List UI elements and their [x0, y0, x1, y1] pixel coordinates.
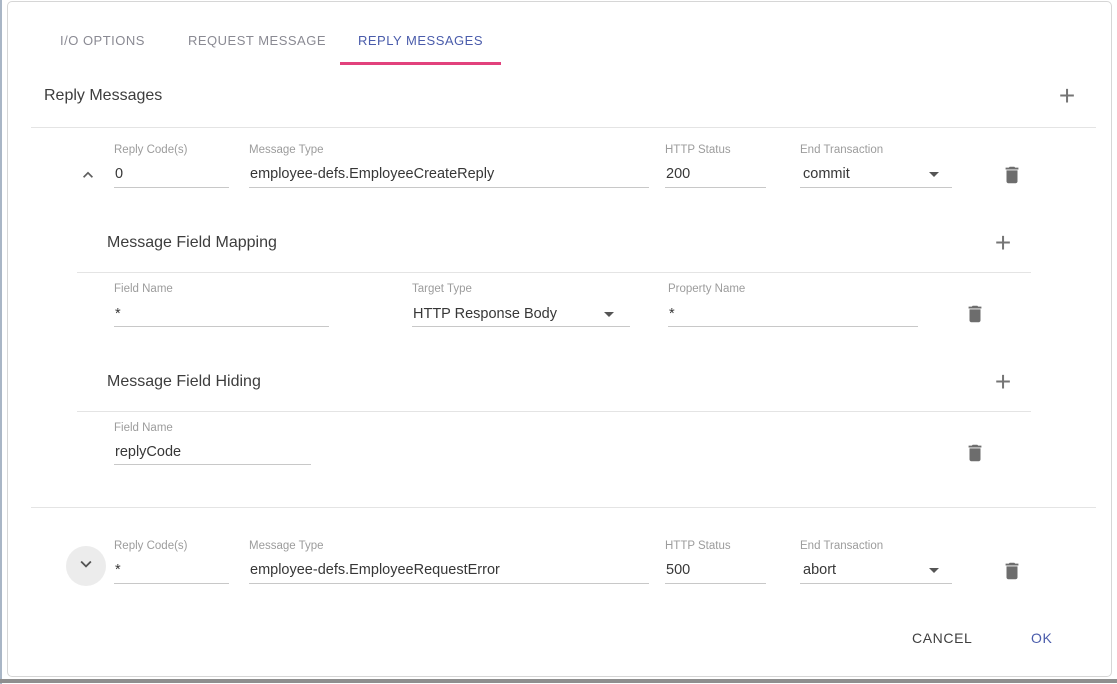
- tab-io-options[interactable]: I/O OPTIONS: [60, 33, 145, 48]
- tab-reply-messages[interactable]: REPLY MESSAGES: [358, 33, 483, 48]
- http-status-input[interactable]: 500: [666, 562, 690, 578]
- input-underline: [114, 326, 329, 327]
- reply-codes-label: Reply Code(s): [114, 540, 188, 552]
- end-transaction-select[interactable]: abort: [803, 562, 836, 578]
- input-underline: [668, 326, 918, 327]
- section-divider: [77, 272, 1031, 273]
- target-type-select[interactable]: HTTP Response Body: [413, 306, 557, 322]
- message-type-input[interactable]: employee-defs.EmployeeCreateReply: [250, 166, 494, 182]
- reply-codes-input[interactable]: *: [115, 562, 121, 578]
- select-underline: [412, 326, 630, 327]
- message-type-input[interactable]: employee-defs.EmployeeRequestError: [250, 562, 500, 578]
- field-hiding-title: Message Field Hiding: [107, 373, 261, 391]
- service-config-dialog: I/O OPTIONS REQUEST MESSAGE REPLY MESSAG…: [7, 1, 1112, 677]
- field-name-label: Field Name: [114, 283, 173, 295]
- screen: I/O OPTIONS REQUEST MESSAGE REPLY MESSAG…: [0, 0, 1117, 684]
- window-bottom-edge: [0, 679, 1117, 683]
- reply-codes-label: Reply Code(s): [114, 144, 188, 156]
- field-mapping-title: Message Field Mapping: [107, 234, 277, 252]
- delete-reply-button[interactable]: [1001, 164, 1023, 186]
- dropdown-arrow-icon[interactable]: [604, 312, 614, 317]
- add-field-hiding-button[interactable]: +: [988, 368, 1018, 398]
- dropdown-arrow-icon[interactable]: [929, 172, 939, 177]
- reply-divider: [31, 507, 1096, 508]
- target-type-label: Target Type: [412, 283, 472, 295]
- input-underline: [114, 464, 311, 465]
- add-reply-message-button[interactable]: +: [1052, 82, 1082, 112]
- select-underline: [800, 187, 952, 188]
- ok-button[interactable]: OK: [1031, 630, 1052, 646]
- input-underline: [249, 187, 649, 188]
- add-field-mapping-button[interactable]: +: [988, 229, 1018, 259]
- input-underline: [114, 583, 229, 584]
- dropdown-arrow-icon[interactable]: [929, 568, 939, 573]
- message-type-label: Message Type: [249, 144, 324, 156]
- http-status-label: HTTP Status: [665, 540, 731, 552]
- end-transaction-label: End Transaction: [800, 540, 883, 552]
- section-divider: [77, 411, 1031, 412]
- input-underline: [249, 583, 649, 584]
- field-name-input[interactable]: replyCode: [115, 444, 181, 460]
- trash-icon: [964, 303, 986, 325]
- http-status-label: HTTP Status: [665, 144, 731, 156]
- window-left-edge: [0, 0, 2, 684]
- expand-reply-button[interactable]: [66, 546, 106, 586]
- chevron-up-icon: [78, 173, 98, 188]
- end-transaction-select[interactable]: commit: [803, 166, 850, 182]
- http-status-input[interactable]: 200: [666, 166, 690, 182]
- delete-field-mapping-button[interactable]: [964, 303, 986, 325]
- trash-icon: [1001, 560, 1023, 582]
- active-tab-underline: [340, 62, 501, 65]
- field-name-input[interactable]: *: [115, 306, 121, 322]
- end-transaction-label: End Transaction: [800, 144, 883, 156]
- trash-icon: [1001, 164, 1023, 186]
- collapse-reply-button[interactable]: [76, 164, 100, 188]
- chevron-down-icon: [75, 553, 97, 580]
- delete-reply-button[interactable]: [1001, 560, 1023, 582]
- select-underline: [800, 583, 952, 584]
- delete-field-hiding-button[interactable]: [964, 442, 986, 464]
- reply-codes-input[interactable]: 0: [115, 166, 123, 182]
- page-title: Reply Messages: [44, 87, 162, 105]
- trash-icon: [964, 442, 986, 464]
- field-name-label: Field Name: [114, 422, 173, 434]
- input-underline: [114, 187, 229, 188]
- input-underline: [665, 583, 766, 584]
- tab-request-message[interactable]: REQUEST MESSAGE: [188, 33, 326, 48]
- property-name-input[interactable]: *: [669, 306, 675, 322]
- title-divider: [31, 127, 1096, 128]
- property-name-label: Property Name: [668, 283, 745, 295]
- message-type-label: Message Type: [249, 540, 324, 552]
- input-underline: [665, 187, 766, 188]
- cancel-button[interactable]: CANCEL: [912, 630, 972, 646]
